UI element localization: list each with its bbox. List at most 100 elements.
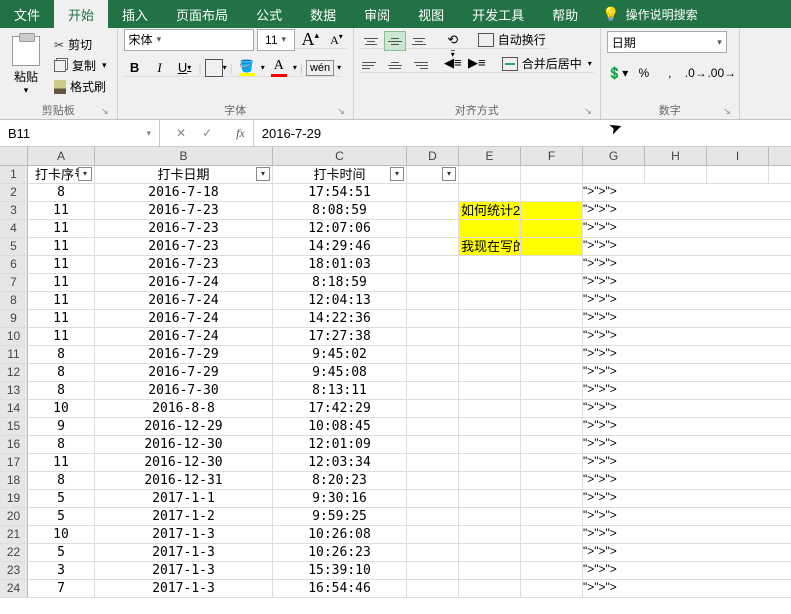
row-head[interactable]: 18 [0, 472, 28, 489]
cell[interactable] [459, 526, 521, 543]
filter-A[interactable]: ▾ [78, 167, 92, 181]
cell[interactable] [407, 346, 459, 363]
tab-view[interactable]: 视图 [404, 0, 458, 28]
orientation-button[interactable]: ⟲▾ [442, 31, 464, 51]
increase-decimal-button[interactable]: .0→ [685, 63, 707, 83]
cell[interactable]: 11 [28, 292, 95, 309]
align-top-button[interactable] [360, 31, 382, 51]
merge-center-button[interactable]: 合并后居中▾ [500, 55, 594, 72]
row-head[interactable]: 5 [0, 238, 28, 255]
row-head[interactable]: 24 [0, 580, 28, 597]
row-head[interactable]: 21 [0, 526, 28, 543]
cell[interactable] [459, 346, 521, 363]
row-head[interactable]: 10 [0, 328, 28, 345]
cell[interactable]: 17:42:29 [273, 400, 407, 417]
cell[interactable]: 11 [28, 220, 95, 237]
row-head[interactable]: 12 [0, 364, 28, 381]
row-head[interactable]: 22 [0, 544, 28, 561]
cell-C1[interactable]: 打卡时间▾ [273, 166, 407, 183]
cell[interactable] [459, 292, 521, 309]
cell[interactable]: 7 [28, 580, 95, 597]
name-box[interactable]: B11▾ [0, 120, 160, 146]
cell[interactable]: 9:59:25 [273, 508, 407, 525]
cell[interactable]: 15:39:10 [273, 562, 407, 579]
cell[interactable]: 2016-7-24 [95, 310, 273, 327]
filter-B[interactable]: ▾ [256, 167, 270, 181]
tab-formula[interactable]: 公式 [242, 0, 296, 28]
row-head[interactable]: 11 [0, 346, 28, 363]
tab-layout[interactable]: 页面布局 [162, 0, 242, 28]
col-A[interactable]: A [28, 147, 95, 165]
cancel-formula-button[interactable]: ✕ [176, 126, 186, 140]
align-center-button[interactable] [384, 55, 406, 75]
cell[interactable] [407, 544, 459, 561]
cell-B1[interactable]: 打卡日期▾ [95, 166, 273, 183]
cell[interactable]: 2016-7-24 [95, 292, 273, 309]
cell[interactable] [407, 184, 459, 201]
fx-icon[interactable]: fx [228, 126, 253, 141]
col-H[interactable]: H [645, 147, 707, 165]
cell[interactable] [407, 490, 459, 507]
cell[interactable] [407, 454, 459, 471]
col-C[interactable]: C [273, 147, 407, 165]
cell[interactable] [459, 562, 521, 579]
wrap-text-button[interactable]: 自动换行 [476, 31, 548, 48]
tab-help[interactable]: 帮助 [538, 0, 592, 28]
cell[interactable]: 8 [28, 382, 95, 399]
number-launcher[interactable]: ↘ [723, 106, 731, 117]
row-head[interactable]: 15 [0, 418, 28, 435]
cell[interactable]: 8 [28, 346, 95, 363]
cell[interactable]: 10:26:08 [273, 526, 407, 543]
cell[interactable] [407, 526, 459, 543]
cell[interactable]: 5 [28, 490, 95, 507]
cell[interactable]: 8 [28, 436, 95, 453]
cell[interactable]: 2017-1-1 [95, 490, 273, 507]
tab-data[interactable]: 数据 [296, 0, 350, 28]
cell[interactable] [459, 256, 521, 273]
cell[interactable] [459, 436, 521, 453]
cell[interactable]: 9 [28, 418, 95, 435]
row-head[interactable]: 4 [0, 220, 28, 237]
cell[interactable]: 2016-12-29 [95, 418, 273, 435]
align-bottom-button[interactable] [408, 31, 430, 51]
select-all-corner[interactable] [0, 147, 28, 165]
cell[interactable]: 17:54:51 [273, 184, 407, 201]
cell[interactable] [459, 274, 521, 291]
decrease-decimal-button[interactable]: .00→ [711, 63, 733, 83]
row-head-1[interactable]: 1 [0, 166, 28, 183]
underline-button[interactable]: U▾ [174, 57, 196, 79]
cell[interactable] [459, 580, 521, 597]
cell[interactable]: 14:29:46 [273, 238, 407, 255]
cell[interactable]: 2017-1-3 [95, 580, 273, 597]
copy-button[interactable]: 复制▾ [50, 56, 111, 75]
cell[interactable] [459, 490, 521, 507]
font-launcher[interactable]: ↘ [337, 106, 345, 117]
increase-font-button[interactable]: A▴ [298, 29, 324, 50]
font-name-combo[interactable]: 宋体▾ [124, 29, 254, 51]
cell[interactable] [407, 310, 459, 327]
cell[interactable]: 5 [28, 544, 95, 561]
cell[interactable]: 我现在写的公式不知道如何表达2018/9/1-2018/12/31 [459, 238, 521, 255]
col-G[interactable]: G [583, 147, 645, 165]
fill-color-button[interactable]: 🪣 [236, 59, 258, 76]
cell[interactable]: 2016-7-29 [95, 346, 273, 363]
cell[interactable]: 10 [28, 526, 95, 543]
filter-D[interactable]: ▾ [442, 167, 456, 181]
row-head[interactable]: 23 [0, 562, 28, 579]
row-head[interactable]: 16 [0, 436, 28, 453]
cell-A1[interactable]: 打卡序号▾ [28, 166, 95, 183]
tell-me-search[interactable]: 💡 操作说明搜索 [592, 0, 707, 28]
row-head[interactable]: 6 [0, 256, 28, 273]
cell[interactable]: 12:01:09 [273, 436, 407, 453]
cell[interactable]: 2016-7-30 [95, 382, 273, 399]
col-F[interactable]: F [521, 147, 583, 165]
cell[interactable]: 11 [28, 202, 95, 219]
tab-dev[interactable]: 开发工具 [458, 0, 538, 28]
tab-insert[interactable]: 插入 [108, 0, 162, 28]
cell[interactable] [407, 256, 459, 273]
row-head[interactable]: 20 [0, 508, 28, 525]
col-I[interactable]: I [707, 147, 769, 165]
cell[interactable]: 9:45:08 [273, 364, 407, 381]
border-button[interactable]: ▾ [205, 57, 227, 79]
tab-review[interactable]: 审阅 [350, 0, 404, 28]
